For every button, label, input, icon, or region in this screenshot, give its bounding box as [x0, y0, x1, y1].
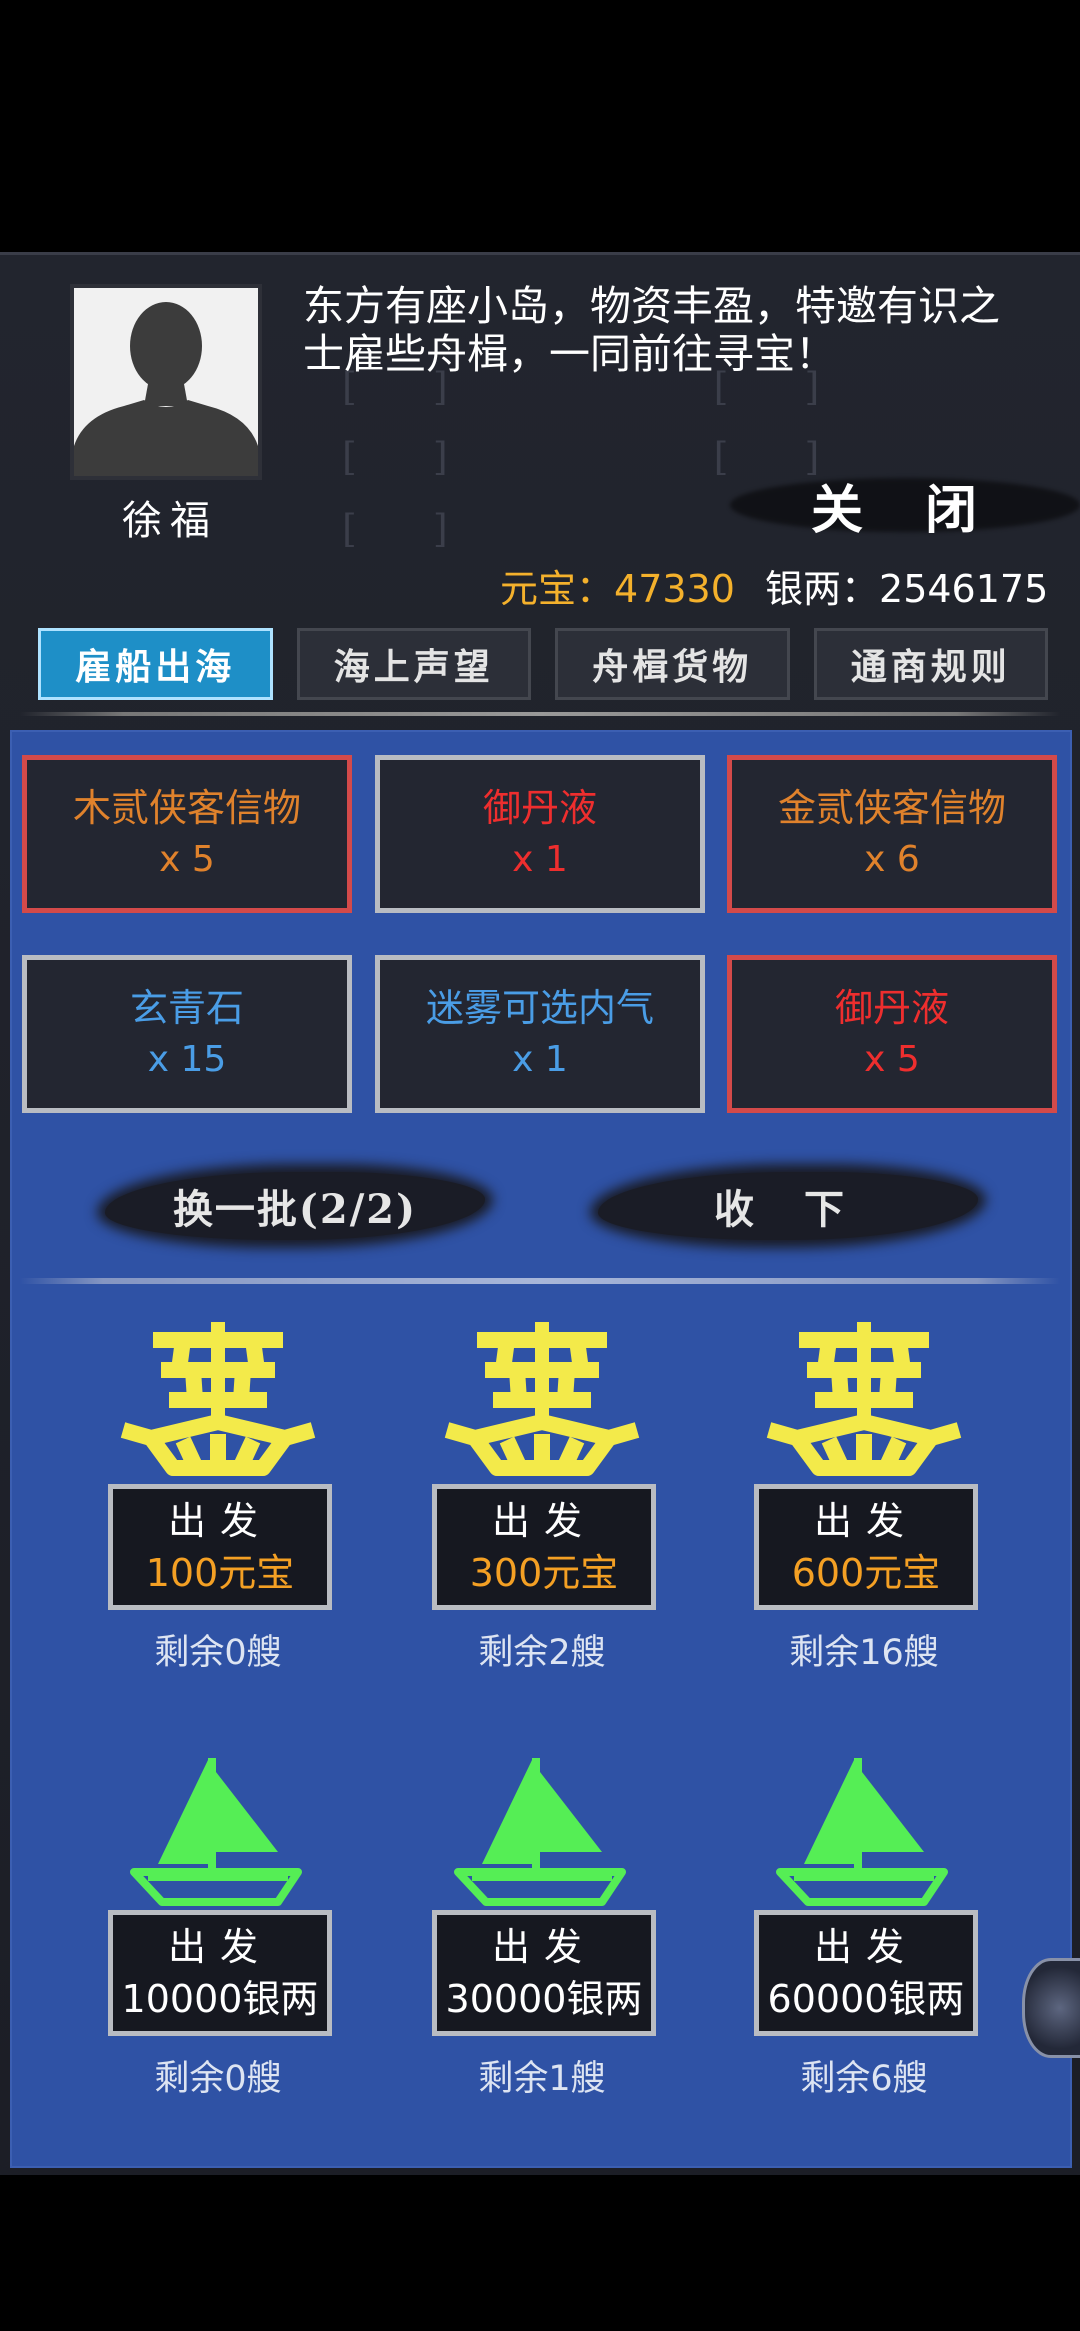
- currency-display: 元宝：47330 银两：2546175: [500, 558, 1048, 613]
- reward-item[interactable]: 玄青石 x 15: [22, 955, 352, 1113]
- remaining-count: 剩余16艘: [789, 1633, 939, 1673]
- reward-qty: x 5: [159, 839, 215, 880]
- reward-qty: x 6: [864, 839, 920, 880]
- remaining-count: 剩余2艘: [478, 1633, 606, 1673]
- tab-ship-cargo[interactable]: 舟楫货物: [555, 628, 790, 700]
- depart-button[interactable]: 出发 300元宝: [432, 1484, 656, 1610]
- tab-label: 舟楫货物: [592, 646, 753, 688]
- refresh-button[interactable]: 换一批(2/2): [85, 1166, 505, 1246]
- yuanbao-label: 元宝：: [500, 567, 615, 611]
- depart-button[interactable]: 出发 600元宝: [754, 1484, 978, 1610]
- tab-hire-ship[interactable]: 雇船出海: [38, 628, 273, 700]
- reward-name: 金贰侠客信物: [777, 786, 1006, 830]
- depart-button[interactable]: 出发 10000银两: [108, 1910, 332, 2036]
- reward-item[interactable]: 金贰侠客信物 x 6: [727, 755, 1057, 913]
- tab-sea-reputation[interactable]: 海上声望: [296, 628, 531, 700]
- depart-cost: 30000银两: [445, 1977, 643, 2021]
- depart-label: 出发: [813, 1499, 918, 1543]
- remaining-count: 剩余0艘: [154, 1633, 282, 1673]
- reward-item[interactable]: 迷雾可选内气 x 1: [375, 955, 705, 1113]
- depart-label: 出发: [813, 1925, 918, 1969]
- reward-item[interactable]: 木贰侠客信物 x 5: [22, 755, 352, 913]
- remaining-count: 剩余0艘: [154, 2059, 282, 2099]
- depart-label: 出发: [491, 1925, 596, 1969]
- reward-name: 木贰侠客信物: [72, 786, 301, 830]
- side-scroll-token-icon[interactable]: [1022, 1958, 1080, 2058]
- depart-label: 出发: [491, 1499, 596, 1543]
- depart-button[interactable]: 出发 30000银两: [432, 1910, 656, 2036]
- depart-label: 出发: [167, 1499, 272, 1543]
- tab-label: 雇船出海: [75, 646, 236, 688]
- big-ship-option: 出发 100元宝 剩余0艘: [108, 1318, 332, 1675]
- sailboat-icon: [130, 1758, 302, 1906]
- big-ship-option: 出发 300元宝 剩余2艘: [432, 1318, 656, 1675]
- junk-ship-icon: [120, 1322, 316, 1476]
- big-ship-option: 出发 600元宝 剩余16艘: [754, 1318, 978, 1675]
- depart-cost: 600元宝: [791, 1551, 941, 1595]
- depart-cost: 300元宝: [469, 1551, 619, 1595]
- junk-ship-icon: [444, 1322, 640, 1476]
- silver-label: 银两：: [765, 567, 880, 611]
- npc-avatar: [70, 284, 262, 480]
- refresh-label: 换一批(2/2): [172, 1186, 418, 1233]
- remaining-count: 剩余1艘: [478, 2059, 606, 2099]
- reward-name: 玄青石: [129, 986, 244, 1030]
- collect-button[interactable]: 收 下: [578, 1166, 998, 1246]
- small-boat-option: 出发 10000银两 剩余0艘: [108, 1752, 332, 2101]
- depart-button[interactable]: 出发 100元宝: [108, 1484, 332, 1610]
- close-button[interactable]: 关 闭: [730, 460, 1080, 550]
- reward-item[interactable]: 御丹液 x 1: [375, 755, 705, 913]
- reward-qty: x 5: [864, 1039, 920, 1080]
- reward-qty: x 1: [512, 839, 568, 880]
- tab-divider: [20, 712, 1060, 716]
- sailboat-icon: [776, 1758, 948, 1906]
- section-divider: [20, 1278, 1060, 1284]
- depart-cost: 60000银两: [767, 1977, 965, 2021]
- small-boat-option: 出发 30000银两 剩余1艘: [432, 1752, 656, 2101]
- depart-label: 出发: [167, 1925, 272, 1969]
- reward-item[interactable]: 御丹液 x 5: [727, 955, 1057, 1113]
- tab-label: 通商规则: [850, 646, 1011, 688]
- remaining-count: 剩余6艘: [800, 2059, 928, 2099]
- silhouette-icon: [74, 288, 258, 476]
- collect-label: 收 下: [714, 1186, 862, 1233]
- reward-qty: x 15: [147, 1039, 227, 1080]
- close-label: 关 闭: [810, 479, 1000, 541]
- npc-name: 徐福: [122, 498, 218, 544]
- depart-button[interactable]: 出发 60000银两: [754, 1910, 978, 2036]
- tab-trade-rules[interactable]: 通商规则: [813, 628, 1048, 700]
- reward-qty: x 1: [512, 1039, 568, 1080]
- reward-name: 御丹液: [834, 986, 949, 1030]
- depart-cost: 10000银两: [121, 1977, 319, 2021]
- reward-name: 迷雾可选内气: [425, 986, 654, 1030]
- junk-ship-icon: [766, 1322, 962, 1476]
- small-boat-option: 出发 60000银两 剩余6艘: [754, 1752, 978, 2101]
- silver-value: 2546175: [879, 567, 1049, 611]
- depart-cost: 100元宝: [145, 1551, 295, 1595]
- tab-bar: 雇船出海 海上声望 舟楫货物 通商规则: [38, 628, 1048, 700]
- tab-label: 海上声望: [333, 646, 494, 688]
- background-ghost-text: [ ]: [342, 507, 448, 551]
- npc-dialog: 东方有座小岛，物资丰盈，特邀有识之士雇些舟楫，一同前往寻宝！: [303, 282, 1000, 378]
- sailboat-icon: [454, 1758, 626, 1906]
- yuanbao-value: 47330: [614, 567, 735, 611]
- reward-name: 御丹液: [482, 786, 597, 830]
